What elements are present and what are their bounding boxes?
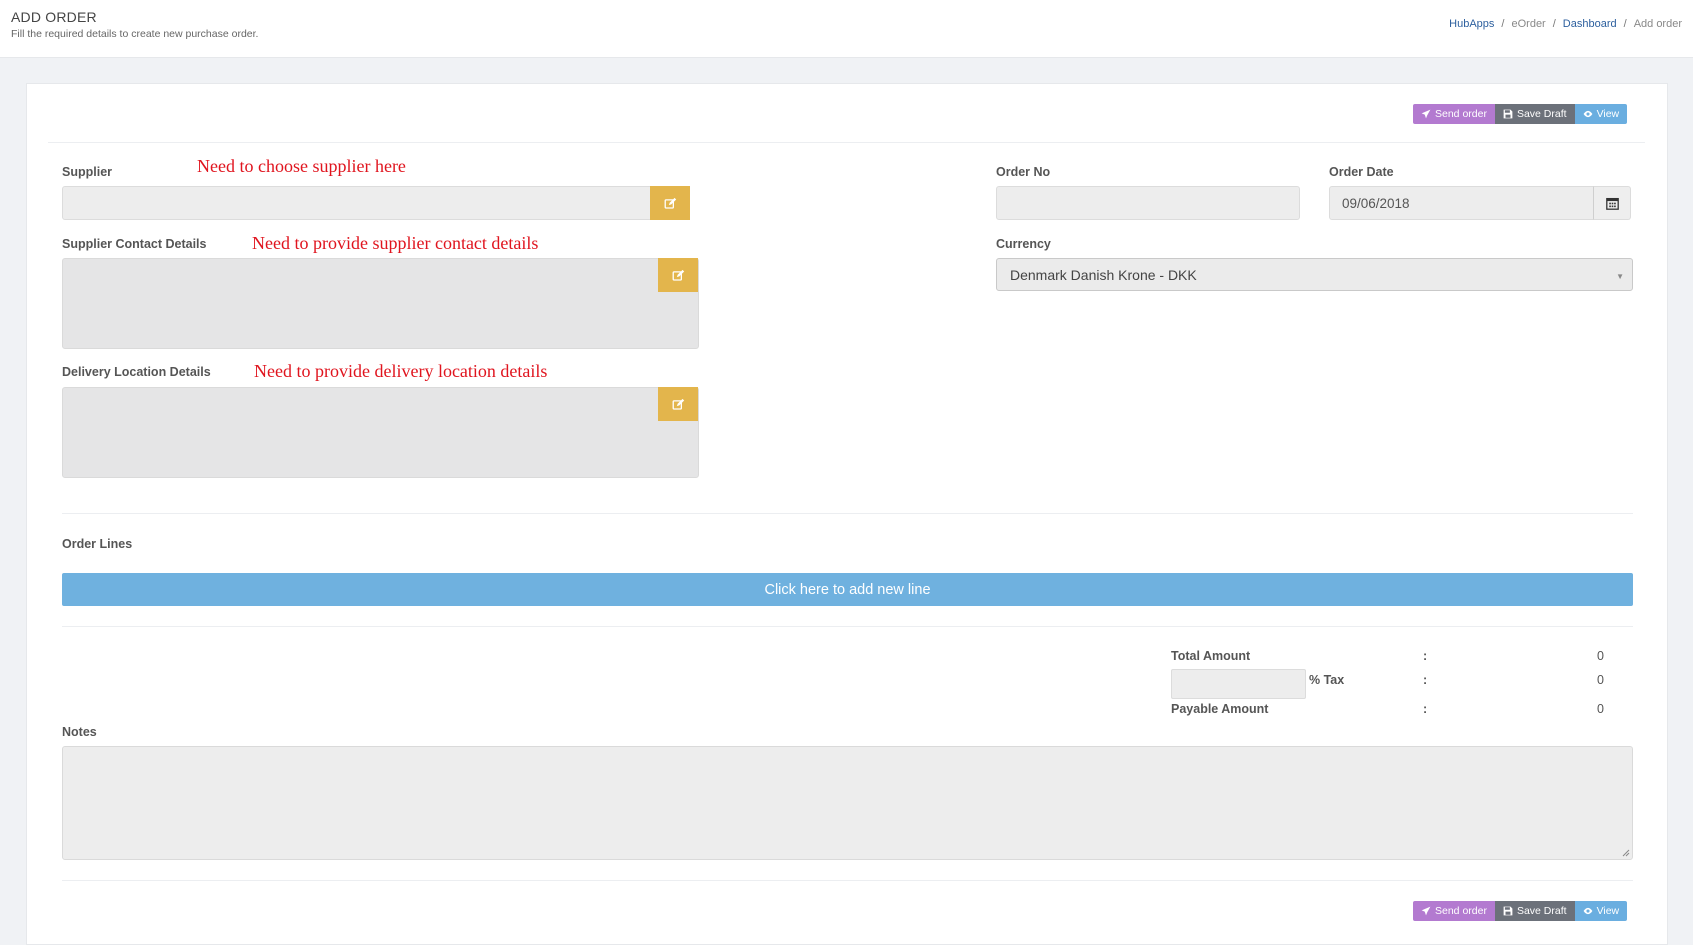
supplier-contact-edit-button[interactable] bbox=[658, 258, 698, 292]
tax-value: 0 bbox=[1597, 673, 1604, 687]
total-amount-label: Total Amount bbox=[1171, 649, 1251, 663]
breadcrumb: HubApps / eOrder / Dashboard / Add order bbox=[1449, 18, 1682, 30]
colon: : bbox=[1423, 702, 1428, 716]
eye-icon bbox=[1583, 907, 1592, 915]
currency-label: Currency bbox=[996, 237, 1051, 251]
page-header: ADD ORDER Fill the required details to c… bbox=[0, 0, 1693, 58]
order-no-input[interactable] bbox=[996, 186, 1300, 220]
divider bbox=[62, 880, 1633, 881]
edit-icon bbox=[664, 197, 676, 209]
breadcrumb-separator: / bbox=[1552, 18, 1556, 30]
order-form-card: Send order Save Draft View Supplier Need… bbox=[26, 83, 1668, 945]
supplier-input[interactable] bbox=[62, 186, 652, 220]
divider bbox=[48, 142, 1645, 143]
colon: : bbox=[1423, 649, 1428, 663]
bottom-action-buttons: Send order Save Draft View bbox=[1413, 901, 1628, 921]
save-draft-label: Save Draft bbox=[1516, 905, 1567, 917]
payable-amount-value: 0 bbox=[1597, 702, 1604, 716]
calendar-button[interactable] bbox=[1593, 186, 1631, 220]
tax-percent-input[interactable] bbox=[1171, 669, 1306, 699]
top-action-buttons: Send order Save Draft View bbox=[1413, 104, 1628, 124]
order-no-label: Order No bbox=[996, 165, 1051, 179]
caret-down-icon: ▼ bbox=[1616, 272, 1624, 281]
paper-plane-icon bbox=[1421, 109, 1431, 119]
delivery-location-label: Delivery Location Details bbox=[62, 365, 211, 379]
supplier-annotation: Need to choose supplier here bbox=[197, 156, 406, 176]
add-new-line-button[interactable]: Click here to add new line bbox=[62, 573, 1633, 606]
currency-selected-value: Denmark Danish Krone - DKK bbox=[1010, 266, 1197, 283]
divider bbox=[62, 513, 1633, 514]
edit-icon bbox=[672, 269, 684, 281]
breadcrumb-eorder: eOrder bbox=[1511, 18, 1546, 30]
supplier-contact-box[interactable] bbox=[62, 258, 699, 349]
page-title: ADD ORDER bbox=[11, 9, 97, 25]
tax-label: % Tax bbox=[1309, 673, 1345, 687]
view-label: View bbox=[1596, 905, 1620, 917]
save-draft-button[interactable]: Save Draft bbox=[1494, 104, 1575, 124]
save-draft-button[interactable]: Save Draft bbox=[1494, 901, 1575, 921]
supplier-contact-annotation: Need to provide supplier contact details bbox=[252, 233, 539, 253]
total-amount-value: 0 bbox=[1597, 649, 1604, 663]
eye-icon bbox=[1583, 110, 1592, 118]
view-label: View bbox=[1596, 108, 1620, 120]
breadcrumb-hubapps[interactable]: HubApps bbox=[1449, 18, 1494, 30]
delivery-location-box[interactable] bbox=[62, 387, 699, 478]
view-button[interactable]: View bbox=[1574, 104, 1628, 124]
breadcrumb-add-order: Add order bbox=[1633, 18, 1682, 30]
send-order-button[interactable]: Send order bbox=[1413, 901, 1495, 921]
calendar-icon bbox=[1605, 197, 1619, 210]
breadcrumb-separator: / bbox=[1623, 18, 1627, 30]
view-button[interactable]: View bbox=[1574, 901, 1628, 921]
send-order-label: Send order bbox=[1435, 108, 1487, 120]
notes-label: Notes bbox=[62, 725, 97, 739]
divider bbox=[62, 626, 1633, 627]
send-order-button[interactable]: Send order bbox=[1413, 104, 1495, 124]
payable-amount-label: Payable Amount bbox=[1171, 702, 1269, 716]
save-draft-label: Save Draft bbox=[1516, 108, 1567, 120]
order-date-input[interactable]: 09/06/2018 bbox=[1329, 186, 1595, 220]
order-lines-label: Order Lines bbox=[62, 537, 133, 551]
supplier-label: Supplier bbox=[62, 165, 113, 179]
floppy-disk-icon bbox=[1503, 906, 1513, 916]
breadcrumb-dashboard[interactable]: Dashboard bbox=[1563, 18, 1617, 30]
delivery-location-edit-button[interactable] bbox=[658, 387, 698, 421]
resize-grip-icon[interactable] bbox=[1622, 849, 1630, 857]
page-subtitle: Fill the required details to create new … bbox=[11, 28, 259, 40]
colon: : bbox=[1423, 673, 1428, 687]
currency-select[interactable]: Denmark Danish Krone - DKK ▼ bbox=[996, 258, 1633, 291]
breadcrumb-separator: / bbox=[1501, 18, 1505, 30]
supplier-contact-label: Supplier Contact Details bbox=[62, 237, 207, 251]
send-order-label: Send order bbox=[1435, 905, 1487, 917]
floppy-disk-icon bbox=[1503, 109, 1513, 119]
edit-icon bbox=[672, 398, 684, 410]
supplier-edit-button[interactable] bbox=[650, 186, 690, 220]
notes-textarea[interactable] bbox=[62, 746, 1633, 860]
order-date-label: Order Date bbox=[1329, 165, 1394, 179]
delivery-location-annotation: Need to provide delivery location detail… bbox=[254, 361, 548, 381]
paper-plane-icon bbox=[1421, 906, 1431, 916]
